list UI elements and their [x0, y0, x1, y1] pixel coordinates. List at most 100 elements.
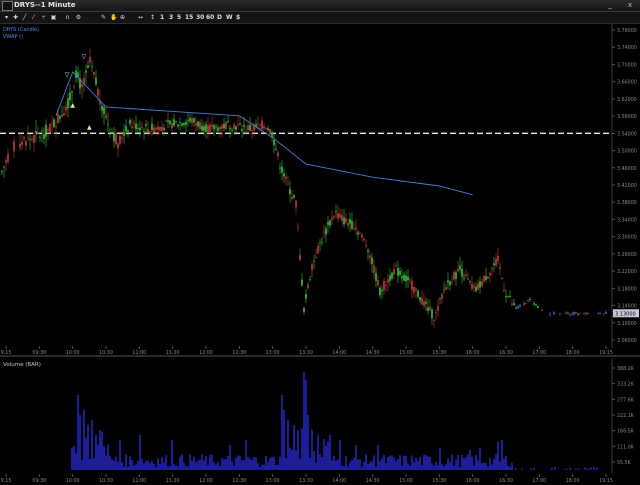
clone-icon[interactable]: ▣	[50, 13, 57, 22]
candle-body	[61, 114, 63, 116]
candle-body	[395, 265, 397, 267]
timeframe-3[interactable]: 3	[169, 13, 173, 22]
volume-bar	[341, 465, 343, 470]
volume-bar	[73, 446, 75, 470]
candle-body	[493, 263, 495, 266]
dropdown-arrow-icon[interactable]: ▾	[3, 13, 10, 22]
timeframe-60[interactable]: 60	[206, 13, 214, 22]
candle-body	[309, 279, 311, 280]
volume-bar	[237, 455, 239, 470]
volume-bar	[293, 425, 295, 470]
timeframe-week[interactable]: W	[226, 13, 233, 22]
draw-brush-icon[interactable]: ✎	[100, 13, 107, 22]
panel-divider[interactable]	[0, 355, 640, 357]
volume-bar	[307, 415, 309, 470]
volume-bar	[499, 461, 501, 470]
candle-body	[123, 132, 125, 136]
timeframe-day[interactable]: D	[217, 13, 222, 22]
candle-body	[69, 92, 71, 101]
volume-bar	[303, 372, 305, 470]
price-y-tick: 3.58000	[617, 114, 637, 120]
candle-body	[329, 220, 331, 226]
minimize-button[interactable]: _	[606, 1, 614, 9]
volume-y-tick: 222.1K	[617, 413, 635, 419]
candle-body	[505, 295, 507, 297]
gear-icon[interactable]: ⚙	[75, 13, 82, 22]
candle-body	[43, 134, 45, 139]
volume-bar	[497, 442, 499, 470]
volume-bar	[509, 466, 511, 470]
volume-bar	[596, 467, 598, 470]
volume-bar	[554, 467, 556, 470]
candle-body	[509, 295, 511, 298]
volume-bar	[501, 440, 503, 470]
timeframe-5[interactable]: 5	[177, 13, 181, 22]
volume-bar	[401, 465, 403, 470]
volume-bar	[321, 456, 323, 470]
volume-bar	[483, 462, 485, 470]
candle-body	[373, 265, 375, 274]
volume-bar	[475, 455, 477, 470]
x-tick: 09:30	[32, 478, 46, 484]
candle-body	[167, 120, 169, 122]
candle-body	[235, 125, 237, 130]
volume-bar	[423, 454, 425, 470]
volume-bar	[395, 461, 397, 470]
volume-bar	[590, 467, 592, 470]
volume-bar	[465, 457, 467, 470]
volume-bar	[505, 456, 507, 470]
candle-body	[279, 167, 281, 169]
close-button[interactable]: x	[626, 1, 634, 9]
candle-body	[211, 124, 213, 127]
candle-body	[383, 280, 385, 291]
chart-area[interactable]: DRYS (Candle) VWAP () 3.78000 3.74000 3.70…	[0, 24, 640, 485]
candle-body	[571, 314, 573, 316]
volume-bar	[578, 468, 580, 470]
candle-body	[485, 276, 487, 280]
volume-bar	[85, 437, 87, 470]
candle-body	[237, 124, 239, 126]
candle-body	[599, 313, 601, 314]
crosshair-icon[interactable]: ✚	[12, 13, 19, 22]
candle-body	[515, 307, 517, 309]
candle-body	[315, 257, 317, 259]
draw-line-alt-icon[interactable]: ⁄	[30, 13, 37, 22]
candle-body	[269, 129, 271, 134]
volume-bar	[125, 454, 127, 470]
last-price-tag: 3.13000	[613, 309, 639, 318]
candle-body	[507, 296, 509, 298]
candle-body	[241, 128, 243, 131]
arrows-vertical-icon[interactable]: ↕	[149, 13, 156, 22]
candle-body	[331, 217, 333, 220]
draw-line-icon[interactable]: ╱	[21, 13, 28, 22]
candle-body	[483, 275, 485, 282]
candle-body	[369, 255, 371, 258]
magnet-icon[interactable]: ∩	[64, 13, 71, 22]
candle-body	[149, 131, 151, 133]
volume-bar	[495, 454, 497, 470]
volume-bar	[101, 431, 103, 470]
candle-body	[513, 303, 515, 306]
dollar-icon[interactable]: $	[236, 13, 240, 22]
candle-body	[407, 276, 409, 281]
candle-body	[327, 222, 329, 226]
candle-body	[57, 113, 59, 124]
x-tick: 13:30	[299, 478, 313, 484]
candle-body	[577, 313, 579, 315]
candle-body	[27, 137, 29, 139]
zoom-icon[interactable]: ⊕	[119, 13, 126, 22]
candle-body	[423, 301, 425, 306]
hand-icon[interactable]: ✋	[110, 13, 117, 22]
timeframe-30[interactable]: 30	[196, 13, 204, 22]
volume-bar	[115, 456, 117, 470]
arrows-horizontal-icon[interactable]: ↔	[137, 13, 144, 22]
price-y-axis: 3.78000 3.74000 3.70000 3.66000 3.62000 3.580…	[612, 28, 637, 344]
timeframe-15[interactable]: 15	[185, 13, 193, 22]
candle-body	[3, 166, 5, 168]
candle-body	[199, 122, 201, 129]
volume-bar	[397, 459, 399, 470]
timeframe-1[interactable]: 1	[160, 13, 164, 22]
candle-body	[381, 290, 383, 292]
fork-icon[interactable]: ⑂	[40, 13, 47, 22]
candle-body	[59, 115, 61, 119]
